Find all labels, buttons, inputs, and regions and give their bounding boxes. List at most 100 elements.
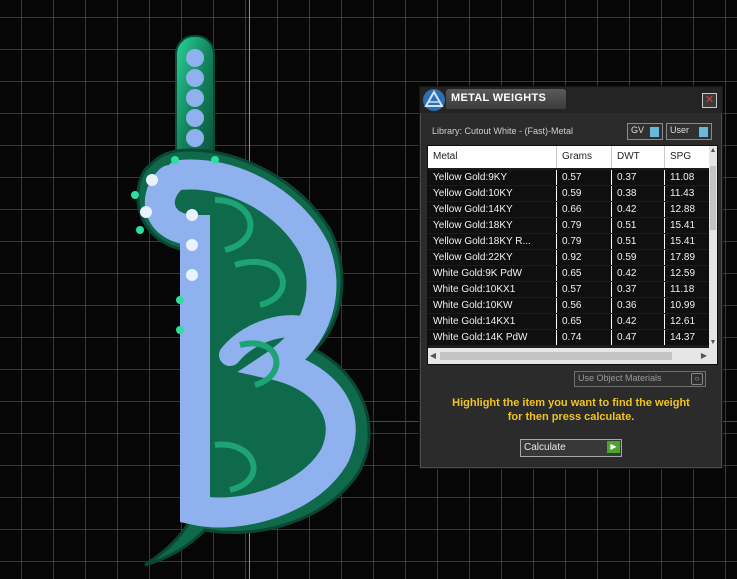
scroll-left-icon[interactable]: ◀ [428,350,438,362]
calculate-button[interactable]: Calculate ▶ [520,439,622,457]
table-row[interactable]: White Gold:9K PdW 0.65 0.42 12.59 [428,266,709,281]
user-label: User [670,125,690,135]
table-cell-dwt: 0.37 [612,282,664,297]
table-row[interactable]: Yellow Gold:22KY 0.92 0.59 17.89 [428,250,709,265]
prong [211,156,219,164]
table-cell-metal: Yellow Gold:18KY R... [428,234,556,249]
table-cell-grams: 0.56 [557,298,611,313]
bail-gem [186,69,204,87]
vertical-scrollbar[interactable]: ▲ ▼ [709,146,717,348]
table-cell-grams: 0.57 [557,170,611,185]
metal-table: Metal Grams DWT SPG Yellow Gold:9KY 0.57 0… [427,145,718,365]
gem-highlight [146,174,158,186]
user-toggle[interactable]: User [666,123,712,140]
gem-highlight [186,209,198,221]
app-logo-icon [423,89,445,111]
table-row[interactable]: Yellow Gold:18KY 0.79 0.51 15.41 [428,218,709,233]
table-row[interactable]: Yellow Gold:9KY 0.57 0.37 11.08 [428,170,709,185]
table-cell-spg: 15.41 [665,234,709,249]
table-cell-grams: 0.79 [557,218,611,233]
bail-gem [186,129,204,147]
table-cell-metal: White Gold:14K PdW [428,330,556,345]
table-cell-grams: 0.65 [557,314,611,329]
table-header: Metal Grams DWT SPG [428,146,709,168]
column-header-grams[interactable]: Grams [557,146,612,168]
table-row[interactable]: White Gold:10KW 0.56 0.36 10.99 [428,298,709,313]
table-cell-grams: 0.65 [557,266,611,281]
dialog-titlebar[interactable]: METAL WEIGHTS ✕ [420,87,722,113]
use-object-materials-option[interactable]: Use Object Materials ○ [574,371,706,387]
scroll-up-icon[interactable]: ▲ [709,146,717,156]
table-row[interactable]: White Gold:10KX1 0.57 0.37 11.18 [428,282,709,297]
instruction-line-1: Highlight the item you want to find the … [452,397,690,409]
prong [131,191,139,199]
column-header-metal[interactable]: Metal [428,146,557,168]
table-cell-dwt: 0.42 [612,202,664,217]
column-header-dwt[interactable]: DWT [612,146,665,168]
table-cell-metal: Yellow Gold:9KY [428,170,556,185]
table-cell-spg: 11.18 [665,282,709,297]
table-cell-metal: White Gold:14KX1 [428,314,556,329]
play-arrow-icon: ▶ [607,441,620,453]
table-cell-spg: 12.59 [665,266,709,281]
table-cell-spg: 12.88 [665,202,709,217]
use-object-materials-checkbox[interactable]: ○ [691,373,703,385]
table-cell-metal: White Gold:9K PdW [428,266,556,281]
table-cell-metal: Yellow Gold:10KY [428,186,556,201]
table-cell-grams: 0.59 [557,186,611,201]
table-cell-dwt: 0.42 [612,266,664,281]
table-row[interactable]: Yellow Gold:14KY 0.66 0.42 12.88 [428,202,709,217]
dialog-title: METAL WEIGHTS [451,92,547,104]
horizontal-scrollbar[interactable]: ◀ ▶ [428,348,717,364]
table-cell-spg: 11.43 [665,186,709,201]
table-cell-grams: 0.92 [557,250,611,265]
table-cell-dwt: 0.51 [612,234,664,249]
table-cell-metal: White Gold:10KW [428,298,556,313]
use-object-materials-label: Use Object Materials [578,373,662,383]
scroll-right-icon[interactable]: ▶ [699,350,709,362]
table-cell-spg: 15.41 [665,218,709,233]
gv-indicator [649,126,660,138]
vertical-scroll-thumb[interactable] [710,166,716,230]
table-cell-spg: 10.99 [665,298,709,313]
gem-highlight [186,239,198,251]
instruction-line-2: for then press calculate. [507,411,635,423]
table-cell-metal: Yellow Gold:22KY [428,250,556,265]
scroll-down-icon[interactable]: ▼ [709,338,717,348]
table-cell-dwt: 0.51 [612,218,664,233]
table-cell-dwt: 0.59 [612,250,664,265]
gem-highlight [186,269,198,281]
table-cell-grams: 0.57 [557,282,611,297]
calculate-label: Calculate [524,442,566,453]
table-cell-dwt: 0.36 [612,298,664,313]
instruction-text: Highlight the item you want to find the … [420,396,722,424]
horizontal-scroll-thumb[interactable] [440,352,672,360]
user-indicator [698,126,709,138]
table-cell-grams: 0.66 [557,202,611,217]
table-cell-spg: 17.89 [665,250,709,265]
table-row[interactable]: Yellow Gold:18KY R... 0.79 0.51 15.41 [428,234,709,249]
table-cell-dwt: 0.37 [612,170,664,185]
bail-gem [186,49,204,67]
metal-weights-dialog: METAL WEIGHTS ✕ Library: Cutout White - … [419,86,723,469]
bail-gem [186,109,204,127]
close-icon[interactable]: ✕ [702,93,717,108]
table-cell-dwt: 0.38 [612,186,664,201]
table-row[interactable]: Yellow Gold:10KY 0.59 0.38 11.43 [428,186,709,201]
gv-toggle[interactable]: GV [627,123,663,140]
table-cell-metal: Yellow Gold:18KY [428,218,556,233]
table-cell-metal: White Gold:10KX1 [428,282,556,297]
bail-gem [186,89,204,107]
table-row[interactable]: White Gold:14KX1 0.65 0.42 12.61 [428,314,709,329]
prong [176,326,184,334]
table-cell-grams: 0.74 [557,330,611,345]
prong [136,226,144,234]
table-cell-metal: Yellow Gold:14KY [428,202,556,217]
table-cell-spg: 14.37 [665,330,709,345]
gem-highlight [140,206,152,218]
column-header-spg[interactable]: SPG [665,146,709,168]
prong [176,296,184,304]
table-cell-dwt: 0.42 [612,314,664,329]
gv-label: GV [631,125,645,135]
table-row[interactable]: White Gold:14K PdW 0.74 0.47 14.37 [428,330,709,345]
